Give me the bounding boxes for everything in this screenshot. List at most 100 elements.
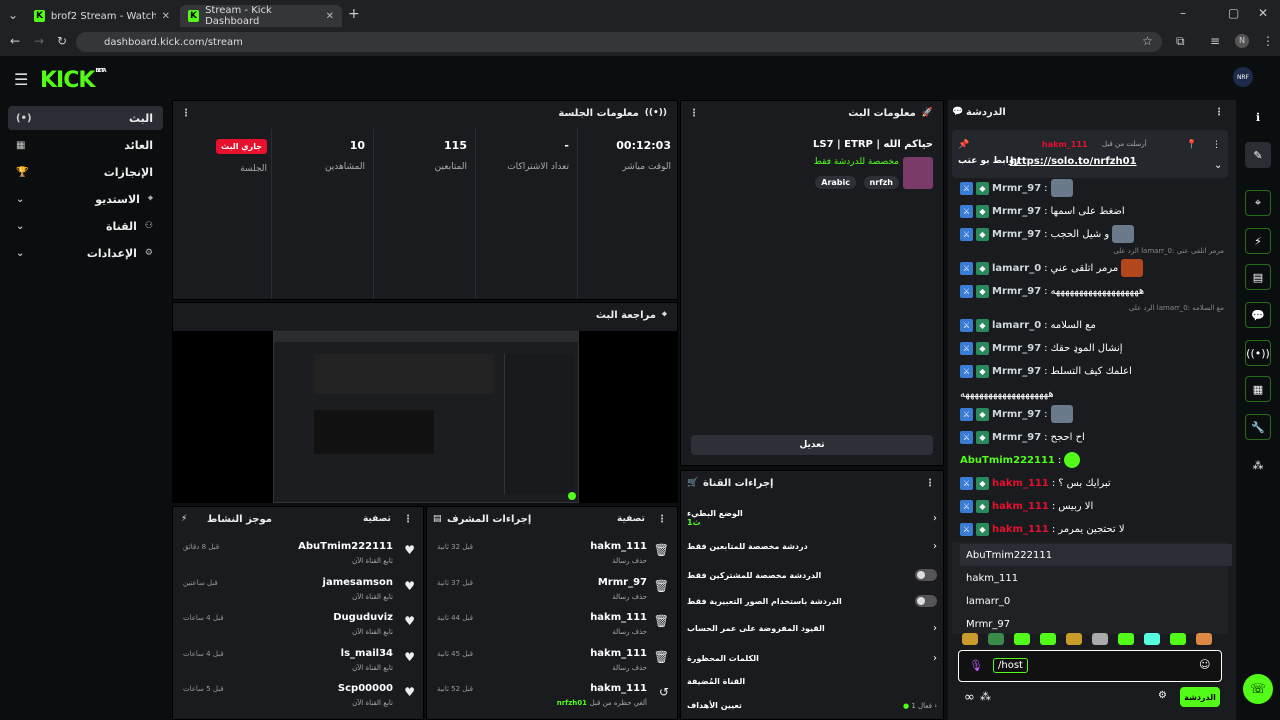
more-options-icon[interactable]: ⋮ — [689, 108, 699, 119]
mod-action-actor[interactable]: nrfzh01 — [557, 699, 587, 707]
lightning-icon[interactable]: ⚡ — [1245, 228, 1271, 254]
hosted-channel-row[interactable]: القناة المُضيفة — [687, 677, 937, 686]
chat-username[interactable]: Mrmr_97 — [992, 286, 1041, 297]
emote[interactable] — [1196, 633, 1212, 645]
activity-username[interactable]: jamesamson — [323, 577, 393, 588]
user-avatar[interactable]: NRF — [1233, 67, 1253, 87]
tag-pill[interactable]: nrfzh — [863, 176, 899, 189]
followers-only-row[interactable]: دردشة مخصصة للمتابعين فقط › — [687, 541, 937, 552]
emote[interactable] — [1040, 633, 1056, 645]
document-icon[interactable]: ▤ — [1245, 264, 1271, 290]
emote[interactable] — [1014, 633, 1030, 645]
profile-avatar[interactable]: N — [1235, 34, 1249, 48]
video-player[interactable] — [173, 331, 677, 503]
media-icon[interactable]: ≡ — [1210, 34, 1220, 48]
edit-button[interactable]: تعديل — [691, 435, 933, 455]
forward-icon[interactable]: → — [34, 34, 44, 48]
minimize-icon[interactable]: – — [1180, 6, 1186, 20]
chat-username[interactable]: Mrmr_97 — [992, 343, 1041, 354]
chat-username[interactable]: lamarr_0 — [992, 320, 1041, 331]
emote[interactable] — [1118, 633, 1134, 645]
filter-button[interactable]: تصفية — [363, 514, 391, 524]
emote[interactable] — [962, 633, 978, 645]
more-options-icon[interactable]: ⋮ — [1212, 140, 1221, 150]
reload-icon[interactable]: ↻ — [57, 34, 67, 48]
chevron-down-icon[interactable]: ⌄ — [1214, 160, 1222, 171]
mod-action-username[interactable]: hakm_111 — [590, 612, 647, 623]
subscribers-only-toggle[interactable] — [915, 569, 937, 581]
activity-username[interactable]: ls_mail34 — [341, 648, 393, 659]
address-bar[interactable]: dashboard.kick.com/stream — [76, 32, 1162, 52]
apps-icon[interactable]: ⁂ — [1245, 452, 1271, 478]
kick-logo[interactable]: KICKBETA — [40, 68, 107, 93]
suggestion-item[interactable]: AbuTmim222111 — [960, 544, 1232, 566]
mod-action-username[interactable]: hakm_111 — [590, 541, 647, 552]
suggestion-item[interactable]: lamarr_0 — [960, 590, 1232, 612]
more-options-icon[interactable]: ⋮ — [925, 478, 935, 489]
pinned-link[interactable]: https://solo.to/nrfzh01 — [1010, 156, 1137, 167]
maximize-icon[interactable]: ▢ — [1228, 6, 1239, 20]
chat-username[interactable]: Mrmr_97 — [992, 183, 1041, 194]
chat-username[interactable]: hakm_111 — [992, 478, 1049, 489]
activity-username[interactable]: Scp00000 — [338, 683, 393, 694]
info-icon[interactable]: ℹ — [1245, 104, 1271, 130]
chat-input-box[interactable]: 🎙 /host ☺ — [958, 650, 1222, 682]
nav-item-channel[interactable]: ⌄ القناة ⚇ — [8, 214, 163, 238]
pencil-icon[interactable]: ✎ — [1245, 142, 1271, 168]
goals-row[interactable]: تعيين الأهداف ● فعال 1 › — [687, 701, 937, 710]
unpin-icon[interactable]: 📍 — [1186, 140, 1197, 150]
emoji-icon[interactable]: ☺ — [1199, 658, 1210, 671]
emote[interactable] — [1170, 633, 1186, 645]
nav-item-revenue[interactable]: ▦ العائد — [8, 133, 163, 157]
gear-icon[interactable]: ⚙ — [1158, 690, 1167, 701]
chat-input[interactable]: /host — [993, 658, 1028, 673]
more-options-icon[interactable]: ⋮ — [1214, 107, 1224, 118]
suggestion-item[interactable]: Mrmr_97 — [960, 613, 1232, 635]
emote[interactable] — [1092, 633, 1108, 645]
chat-username[interactable]: Mrmr_97 — [992, 366, 1041, 377]
tag-pill[interactable]: Arabic — [815, 176, 857, 189]
broadcast-icon[interactable]: ((•)) — [1245, 340, 1271, 366]
chat-username[interactable]: hakm_111 — [992, 524, 1049, 535]
emote[interactable] — [988, 633, 1004, 645]
browser-tab-2[interactable]: K Stream - Kick Dashboard ✕ — [180, 5, 342, 27]
chat-username[interactable]: AbuTmim222111 — [960, 455, 1055, 466]
mod-action-username[interactable]: Mrmr_97 — [598, 577, 647, 588]
account-age-row[interactable]: القيود المفروضة على عمر الحساب › — [687, 623, 937, 634]
tab-search-icon[interactable]: ⌄ — [8, 8, 18, 22]
slow-mode-row[interactable]: الوضع البطيء 1ث › — [687, 509, 937, 527]
mod-action-username[interactable]: hakm_111 — [590, 648, 647, 659]
nav-item-settings[interactable]: ⌄ الإعدادات ⚙ — [8, 241, 163, 265]
more-options-icon[interactable]: ⋮ — [657, 514, 667, 525]
more-options-icon[interactable]: ⋮ — [181, 108, 191, 119]
chat-username[interactable]: hakm_111 — [992, 501, 1049, 512]
menu-icon[interactable]: ⋮ — [1262, 34, 1274, 48]
hamburger-menu-icon[interactable]: ☰ — [14, 70, 28, 89]
activity-username[interactable]: Duguduviz — [333, 612, 393, 623]
close-tab-icon[interactable]: ✕ — [326, 11, 334, 22]
chat-username[interactable]: Mrmr_97 — [992, 206, 1041, 217]
bookmark-star-icon[interactable]: ☆ — [1142, 34, 1153, 48]
mod-action-username[interactable]: hakm_111 — [590, 683, 647, 694]
chat-username[interactable]: lamarr_0 — [992, 263, 1041, 274]
activity-username[interactable]: AbuTmim222111 — [298, 541, 393, 552]
chat-bubble-icon[interactable]: 💬 — [1245, 302, 1271, 328]
nav-item-stream[interactable]: (•) البث — [8, 106, 163, 130]
more-options-icon[interactable]: ⋮ — [403, 514, 413, 525]
stream-category[interactable]: مخصصة للدردشة فقط — [814, 157, 899, 167]
extensions-icon[interactable]: ⧉ — [1176, 34, 1185, 49]
emotes-only-toggle[interactable] — [915, 595, 937, 607]
chat-username[interactable]: Mrmr_97 — [992, 432, 1041, 443]
emote[interactable] — [1066, 633, 1082, 645]
support-chat-icon[interactable]: ☏ — [1243, 674, 1273, 704]
nav-item-achievements[interactable]: 🏆 الإنجازات — [8, 160, 163, 184]
infinity-icon[interactable]: ∞ — [964, 690, 975, 705]
nav-item-studio[interactable]: ⌄ الاستديو ⌖ — [8, 187, 163, 211]
chat-username[interactable]: Mrmr_97 — [992, 409, 1041, 420]
browser-tab-1[interactable]: K brof2 Stream - Watch Live on K ✕ — [26, 5, 178, 27]
banned-words-row[interactable]: الكلمات المحظورة › — [687, 653, 937, 664]
target-icon[interactable]: ⌖ — [1245, 190, 1271, 216]
filter-button[interactable]: تصفية — [617, 514, 645, 524]
send-chat-button[interactable]: الدردشة — [1180, 687, 1220, 707]
wrench-icon[interactable]: 🔧 — [1245, 414, 1271, 440]
